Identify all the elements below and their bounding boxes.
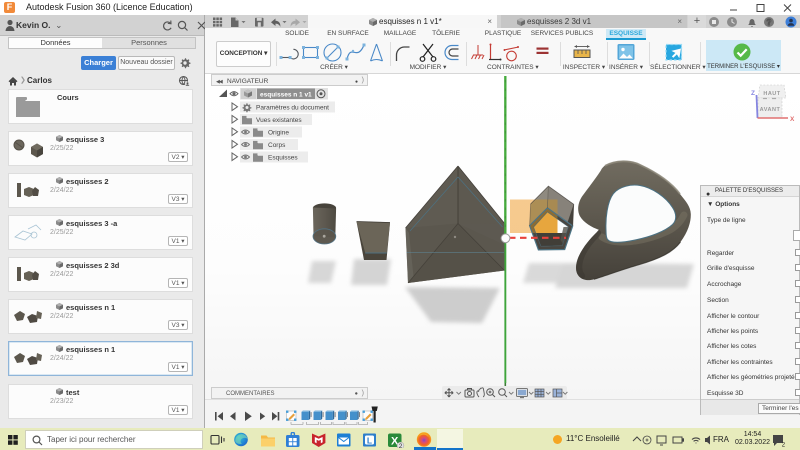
svg-text:Corps: Corps xyxy=(268,142,286,149)
svg-text:esquisses n 1 v1: esquisses n 1 v1 xyxy=(260,91,312,98)
svg-text:Z: Z xyxy=(751,90,755,97)
svg-text:2: 2 xyxy=(782,443,786,448)
svg-text:2: 2 xyxy=(399,443,403,448)
svg-text:Origine: Origine xyxy=(268,130,289,137)
svg-text:L: L xyxy=(367,435,372,445)
svg-text:X: X xyxy=(790,116,795,123)
svg-text:Esquisses: Esquisses xyxy=(268,155,298,162)
svg-text:AVANT: AVANT xyxy=(760,107,781,113)
svg-text:HAUT: HAUT xyxy=(763,91,780,97)
svg-text:Vues existantes: Vues existantes xyxy=(256,117,302,124)
svg-text:Paramètres du document: Paramètres du document xyxy=(256,105,329,112)
svg-text:?: ? xyxy=(767,18,772,27)
